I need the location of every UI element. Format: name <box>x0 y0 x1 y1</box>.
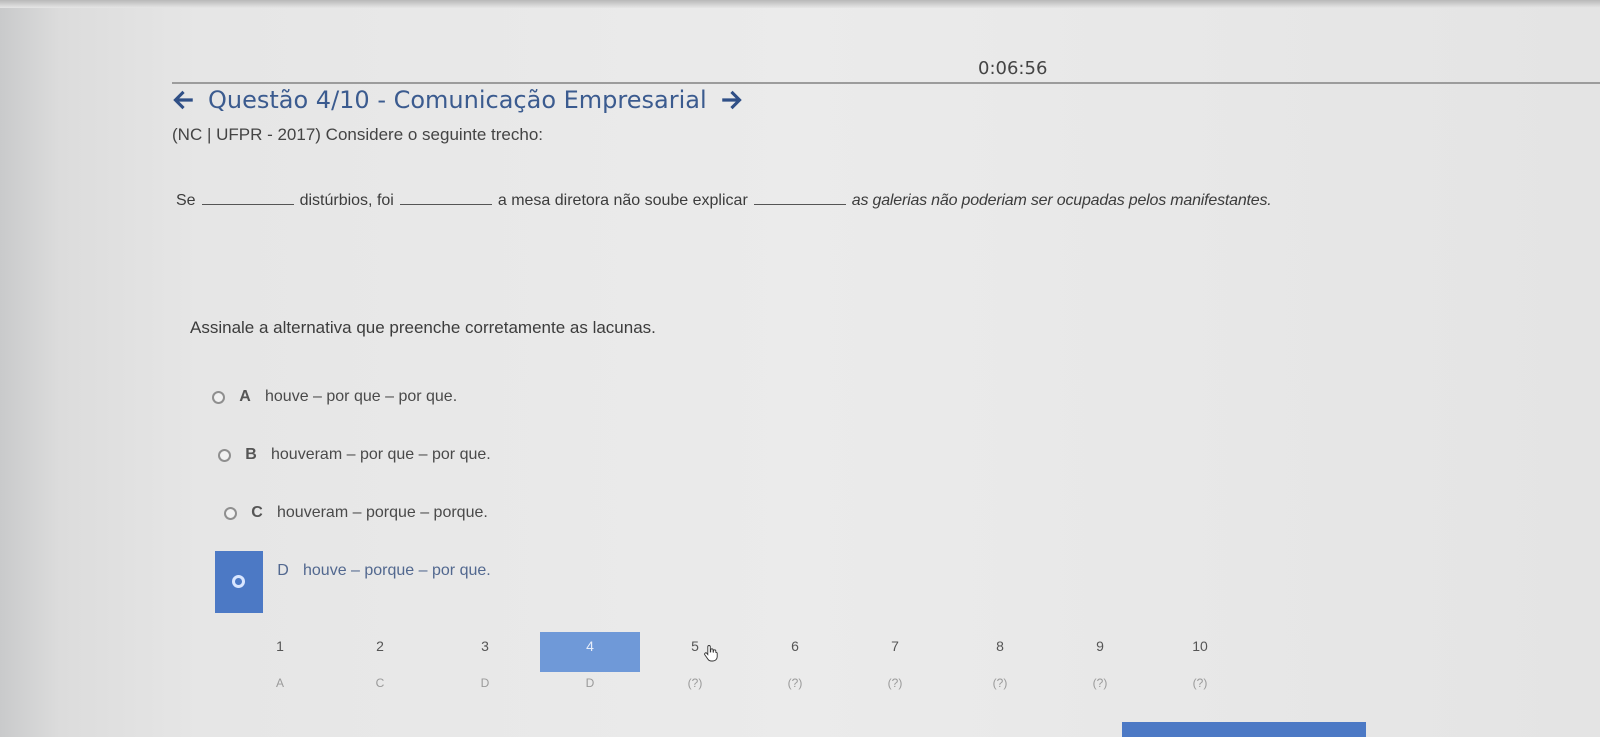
option-b[interactable]: B houveram – por que – por que. <box>218 446 491 464</box>
nav-number: 10 <box>1192 638 1208 654</box>
nav-question-8[interactable]: 8 (?) <box>950 632 1050 702</box>
radio-a[interactable] <box>212 390 225 404</box>
question-source: (NC | UFPR - 2017) Considere o seguinte … <box>172 125 544 144</box>
arrow-right-icon[interactable] <box>719 87 745 113</box>
nav-answer: (?) <box>787 676 803 690</box>
nav-answer: D <box>585 676 595 690</box>
option-d[interactable]: D houve – porque – por que. <box>263 562 491 580</box>
nav-answer: (?) <box>992 676 1008 690</box>
nav-answer: C <box>375 676 385 690</box>
header-divider <box>172 82 1600 84</box>
nav-number: 3 <box>481 638 489 654</box>
radio-c[interactable] <box>224 506 237 520</box>
nav-number: 6 <box>791 638 799 654</box>
arrow-left-icon[interactable] <box>170 87 196 113</box>
nav-answer: (?) <box>1092 676 1108 690</box>
excerpt-blank-2 <box>399 203 492 205</box>
excerpt-part-1: Se <box>176 192 196 209</box>
nav-question-5[interactable]: 5 (?) <box>645 632 745 702</box>
nav-number: 1 <box>276 638 284 654</box>
option-c-letter: C <box>251 504 263 521</box>
question-navigation: 1 A 2 C 3 D 4 D 5 (?) 6 (?) 7 (?) 8 (?) … <box>230 632 1270 702</box>
excerpt-blank-1 <box>201 203 294 205</box>
option-b-text: houveram – por que – por que. <box>271 446 491 463</box>
excerpt-blank-3 <box>753 203 846 205</box>
question-excerpt: Se distúrbios, foi a mesa diretora não s… <box>176 192 1272 210</box>
option-b-letter: B <box>245 446 257 463</box>
option-d-text: houve – porque – por que. <box>303 562 491 579</box>
excerpt-part-3: a mesa diretora não soube explicar <box>497 192 748 209</box>
radio-d[interactable] <box>232 575 245 588</box>
nav-number: 4 <box>586 638 594 654</box>
screen-bezel <box>0 0 1600 8</box>
nav-question-6[interactable]: 6 (?) <box>745 632 845 702</box>
nav-question-10[interactable]: 10 (?) <box>1150 632 1250 702</box>
nav-question-2[interactable]: 2 C <box>330 632 430 702</box>
nav-question-3[interactable]: 3 D <box>435 632 535 702</box>
option-a[interactable]: A houve – por que – por que. <box>212 388 457 406</box>
option-c-text: houveram – porque – porque. <box>277 504 488 521</box>
nav-number: 5 <box>691 638 699 654</box>
excerpt-part-2: distúrbios, foi <box>299 192 394 209</box>
nav-question-1[interactable]: 1 A <box>230 632 330 702</box>
submit-button[interactable] <box>1122 722 1366 737</box>
exam-timer: 0:06:56 <box>978 58 1048 79</box>
question-header: Questão 4/10 - Comunicação Empresarial <box>170 86 745 114</box>
nav-number: 9 <box>1096 638 1104 654</box>
nav-number: 8 <box>996 638 1004 654</box>
nav-question-4[interactable]: 4 D <box>540 632 640 702</box>
nav-number: 7 <box>891 638 899 654</box>
excerpt-part-4: as galerias não poderiam ser ocupadas pe… <box>851 192 1272 209</box>
nav-answer: D <box>480 676 490 690</box>
hand-cursor-icon <box>704 645 718 662</box>
nav-answer: (?) <box>687 676 703 690</box>
nav-answer: (?) <box>1192 676 1208 690</box>
nav-question-7[interactable]: 7 (?) <box>845 632 945 702</box>
nav-answer: A <box>275 676 284 690</box>
option-d-letter: D <box>277 562 289 579</box>
nav-answer: (?) <box>887 676 903 690</box>
option-c[interactable]: C houveram – porque – porque. <box>224 504 488 522</box>
option-a-letter: A <box>239 388 251 405</box>
radio-b[interactable] <box>218 448 231 462</box>
question-prompt: Assinale a alternativa que preenche corr… <box>190 318 656 337</box>
question-title: Questão 4/10 - Comunicação Empresarial <box>208 86 707 114</box>
nav-question-9[interactable]: 9 (?) <box>1050 632 1150 702</box>
nav-number: 2 <box>376 638 384 654</box>
option-a-text: houve – por que – por que. <box>265 388 458 405</box>
option-d-selected-indicator[interactable] <box>215 551 263 613</box>
